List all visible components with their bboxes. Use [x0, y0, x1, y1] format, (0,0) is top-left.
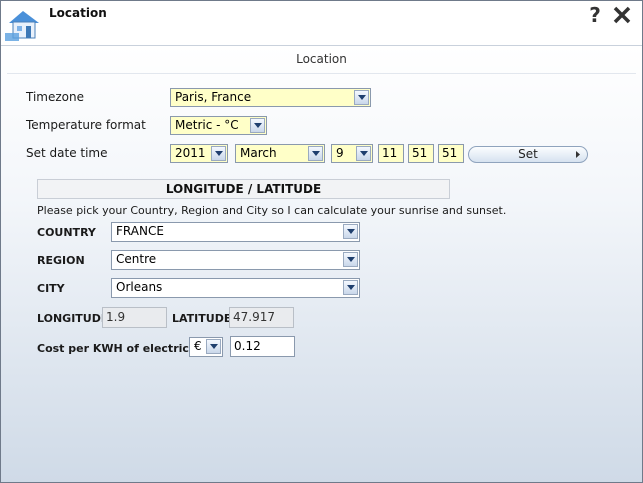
section-header: Location — [296, 52, 347, 66]
close-icon[interactable] — [611, 4, 633, 26]
country-label: COUNTRY — [37, 226, 96, 239]
cost-input[interactable]: 0.12 — [230, 336, 295, 357]
currency-select[interactable]: € — [189, 337, 223, 357]
day-select[interactable]: 9 — [331, 144, 373, 163]
hour-input[interactable]: 11 — [378, 144, 404, 163]
region-select[interactable]: Centre — [111, 250, 360, 270]
latitude-value: 47.917 — [229, 307, 294, 328]
timezone-value: Paris, France — [175, 90, 252, 104]
help-icon[interactable]: ? — [585, 4, 605, 26]
month-select[interactable]: March — [235, 144, 325, 163]
chevron-down-icon[interactable] — [343, 252, 358, 267]
chevron-down-icon[interactable] — [343, 224, 358, 239]
title-bar: Location ? — [1, 1, 642, 46]
chevron-down-icon[interactable] — [343, 280, 358, 295]
chevron-down-icon[interactable] — [206, 339, 221, 354]
city-select[interactable]: Orleans — [111, 278, 360, 298]
geo-instruction: Please pick your Country, Region and Cit… — [37, 204, 507, 217]
country-select[interactable]: FRANCE — [111, 222, 360, 242]
year-select[interactable]: 2011 — [170, 144, 228, 163]
currency-value: € — [194, 339, 202, 353]
window-title: Location — [49, 6, 107, 20]
region-label: REGION — [37, 254, 85, 267]
region-value: Centre — [116, 252, 157, 266]
set-button-label: Set — [518, 147, 538, 161]
minute-input[interactable]: 51 — [408, 144, 434, 163]
city-value: Orleans — [116, 280, 163, 294]
longitude-label: LONGITUDE — [37, 312, 109, 325]
temperature-label: Temperature format — [26, 118, 146, 132]
country-value: FRANCE — [116, 224, 164, 238]
location-window: Location ? Location Timezone Paris, Fran… — [0, 0, 643, 483]
header-divider — [7, 73, 636, 74]
latitude-label: LATITUDE — [172, 312, 232, 325]
datetime-label: Set date time — [26, 146, 108, 160]
geo-title: LONGITUDE / LATITUDE — [37, 179, 450, 199]
timezone-label: Timezone — [26, 90, 84, 104]
set-button[interactable]: Set — [468, 146, 588, 163]
timezone-select[interactable]: Paris, France — [170, 88, 371, 107]
temperature-value: Metric - °C — [175, 118, 239, 132]
month-value: March — [240, 146, 277, 160]
chevron-down-icon[interactable] — [250, 118, 265, 133]
temperature-select[interactable]: Metric - °C — [170, 116, 267, 135]
content-panel: Location Timezone Paris, France Temperat… — [1, 46, 642, 482]
chevron-down-icon[interactable] — [354, 90, 369, 105]
day-value: 9 — [336, 146, 344, 160]
second-input[interactable]: 51 — [438, 144, 464, 163]
chevron-down-icon[interactable] — [308, 146, 323, 161]
chevron-right-icon — [576, 151, 580, 158]
chevron-down-icon[interactable] — [211, 146, 226, 161]
house-icon — [5, 11, 39, 41]
cost-label: Cost per KWH of electricity — [37, 342, 206, 355]
city-label: CITY — [37, 282, 65, 295]
year-value: 2011 — [175, 146, 206, 160]
longitude-value: 1.9 — [102, 307, 167, 328]
chevron-down-icon[interactable] — [356, 146, 371, 161]
